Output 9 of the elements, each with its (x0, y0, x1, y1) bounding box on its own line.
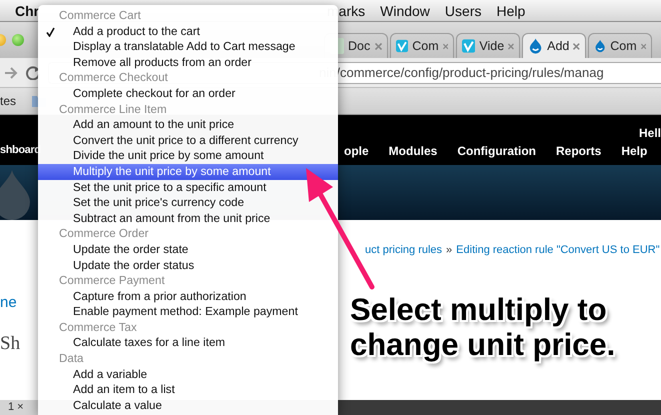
menu-group-label: Commerce Order (58, 226, 150, 242)
greeting-text: Hell (638, 126, 661, 140)
annotation-text: Select multiply to change unit price. (350, 292, 616, 362)
menu-group-label: Data (58, 351, 84, 367)
heading-text: Sh (0, 333, 20, 355)
breadcrumb-separator: » (446, 244, 452, 256)
menu-group-label: Commerce Line Item (58, 102, 168, 118)
menu-group-label: Commerce Tax (58, 320, 138, 336)
menu-group-label: Commerce Payment (58, 273, 166, 289)
